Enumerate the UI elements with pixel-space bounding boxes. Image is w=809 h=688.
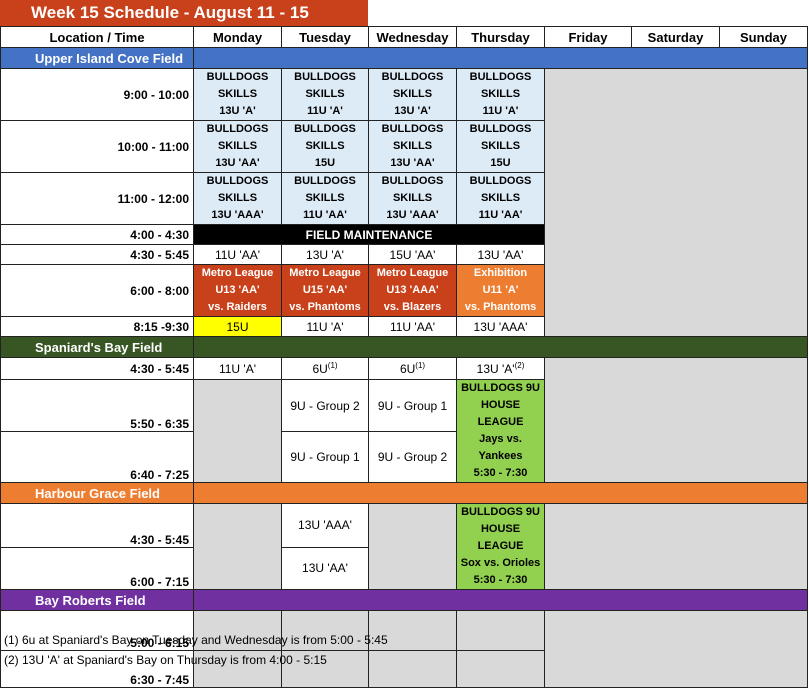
team-cell: 11U 'A' (193, 357, 282, 380)
time-label: 5:50 - 6:35 (0, 378, 194, 433)
time-label: 4:30 - 5:45 (0, 503, 194, 548)
metro-league-cell: Metro League U13 'AAA' vs. Blazers (368, 264, 457, 317)
empty-cell (456, 650, 545, 688)
header-saturday: Saturday (631, 26, 720, 48)
team-cell: 9U - Group 2 (281, 378, 369, 433)
section-label: Spaniard's Bay Field (0, 336, 194, 358)
skills-cell: BULLDOGS SKILLS 11U 'AA' (456, 172, 545, 225)
schedule-title: Week 15 Schedule - August 11 - 15 (0, 0, 368, 26)
skills-cell: BULLDOGS SKILLS 13U 'AAA' (193, 172, 282, 225)
empty-cell (193, 379, 282, 483)
skills-cell: BULLDOGS SKILLS 11U 'A' (281, 68, 369, 121)
house-league-cell: BULLDOGS 9U HOUSE LEAGUE Jays vs. Yankee… (456, 379, 545, 483)
team-cell: 13U 'AAA' (456, 316, 545, 337)
time-label: 6:00 - 7:15 (0, 546, 194, 591)
team-cell: 13U 'AA' (456, 244, 545, 265)
time-label: 4:30 - 5:45 (0, 244, 194, 265)
footnote-marker: (1) (415, 361, 426, 370)
time-label: 8:15 -9:30 (0, 316, 194, 337)
team-cell: 11U 'AA' (193, 244, 282, 265)
skills-cell: BULLDOGS SKILLS 15U (281, 120, 369, 173)
header-friday: Friday (544, 26, 632, 48)
schedule-table: Location / Time Monday Tuesday Wednesday… (0, 26, 808, 688)
team-cell: 15U 'AA' (368, 244, 457, 265)
team-cell: 6U(1) (281, 357, 369, 380)
team-cell: 9U - Group 1 (368, 378, 457, 433)
header-sunday: Sunday (719, 26, 808, 48)
section-bar (193, 589, 808, 611)
team-cell: 13U 'A' (281, 244, 369, 265)
team-cell: 11U 'A' (281, 316, 369, 337)
time-label: 4:30 - 5:45 (0, 357, 194, 380)
empty-cell (193, 503, 282, 590)
footnote-marker: (2) (514, 361, 525, 370)
footnote-marker: (1) (327, 361, 338, 370)
metro-league-cell: Metro League U13 'AA' vs. Raiders (193, 264, 282, 317)
skills-cell: BULLDOGS SKILLS 13U 'AAA' (368, 172, 457, 225)
house-league-cell: BULLDOGS 9U HOUSE LEAGUE Sox vs. Orioles… (456, 503, 545, 590)
table-row: 4:30 - 5:45 13U 'AAA' BULLDOGS 9U HOUSE … (0, 503, 808, 590)
section-label: Upper Island Cove Field (0, 47, 194, 69)
team-cell: 13U 'AAA' (281, 503, 369, 548)
team-label: 6U (312, 362, 328, 376)
section-row-spaniards-bay: Spaniard's Bay Field (0, 336, 808, 358)
skills-cell: BULLDOGS SKILLS 11U 'A' (456, 68, 545, 121)
team-label: 6U (399, 362, 416, 376)
section-row-bay-roberts: Bay Roberts Field (0, 589, 808, 611)
empty-block (544, 68, 808, 337)
header-thursday: Thursday (456, 26, 545, 48)
field-maintenance-cell: FIELD MAINTENANCE (193, 224, 545, 245)
skills-cell: BULLDOGS SKILLS 11U 'AA' (281, 172, 369, 225)
time-label: 9:00 - 10:00 (0, 68, 194, 121)
header-tuesday: Tuesday (281, 26, 369, 48)
empty-block (544, 357, 808, 483)
header-wednesday: Wednesday (368, 26, 457, 48)
section-bar (193, 336, 808, 358)
team-cell: 13U 'AA' (281, 546, 369, 591)
team-cell: 6U(1) (368, 357, 457, 380)
time-label: 11:00 - 12:00 (0, 172, 194, 225)
team-cell: 11U 'AA' (368, 316, 457, 337)
skills-cell: BULLDOGS SKILLS 13U 'A' (368, 68, 457, 121)
skills-cell: BULLDOGS SKILLS 13U 'AA' (368, 120, 457, 173)
section-label: Bay Roberts Field (0, 589, 194, 611)
empty-block (544, 503, 808, 590)
empty-cell (456, 610, 545, 651)
time-label: 10:00 - 11:00 (0, 120, 194, 173)
section-row-harbour-grace: Harbour Grace Field (0, 482, 808, 504)
team-cell: 9U - Group 2 (368, 431, 457, 483)
section-row-upper-island-cove: Upper Island Cove Field (0, 47, 808, 69)
skills-cell: BULLDOGS SKILLS 13U 'A' (193, 68, 282, 121)
section-label: Harbour Grace Field (0, 482, 194, 504)
team-cell: 9U - Group 1 (281, 431, 369, 483)
team-cell-highlighted: 15U (193, 316, 282, 337)
header-location-time: Location / Time (0, 26, 194, 48)
section-bar (193, 47, 808, 69)
header-monday: Monday (193, 26, 282, 48)
exhibition-cell: Exhibition U11 'A' vs. Phantoms (456, 264, 545, 317)
footnote-1: (1) 6u at Spaniard's Bay on Tuesday and … (4, 633, 388, 647)
table-row: 4:30 - 5:45 11U 'A' 6U(1) 6U(1) 13U 'A'(… (0, 357, 808, 483)
header-row: Location / Time Monday Tuesday Wednesday… (0, 26, 808, 48)
time-label: 6:40 - 7:25 (0, 431, 194, 483)
skills-cell: BULLDOGS SKILLS 13U 'AA' (193, 120, 282, 173)
time-label: 6:00 - 8:00 (0, 264, 194, 317)
team-label: 13U 'A' (476, 362, 515, 376)
skills-cell: BULLDOGS SKILLS 15U (456, 120, 545, 173)
team-cell: 13U 'A'(2) (456, 357, 545, 380)
metro-league-cell: Metro League U15 'AA' vs. Phantoms (281, 264, 369, 317)
table-row: 9:00 - 10:00 BULLDOGS SKILLS 13U 'A' BUL… (0, 68, 808, 337)
empty-block (544, 610, 808, 688)
section-bar (193, 482, 808, 504)
empty-cell (368, 503, 457, 590)
footnote-2: (2) 13U 'A' at Spaniard's Bay on Thursda… (4, 653, 327, 667)
time-label: 4:00 - 4:30 (0, 224, 194, 245)
empty-cell (368, 650, 457, 688)
